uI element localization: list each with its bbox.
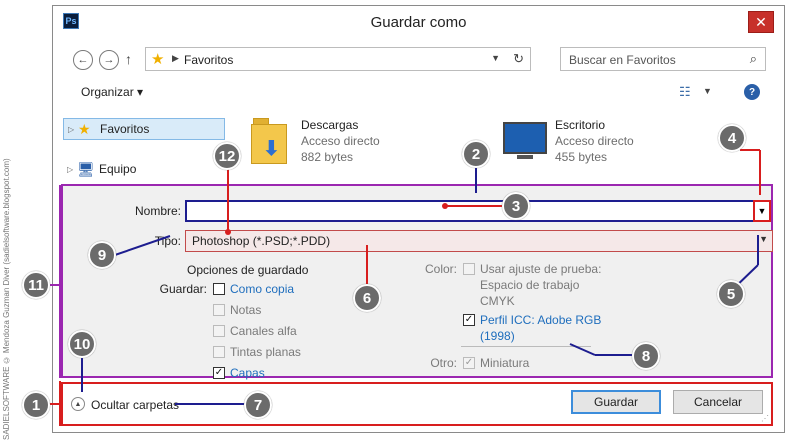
downloads-folder-icon: ⬇: [249, 114, 291, 168]
spot-colors-label: Tintas planas: [230, 345, 301, 359]
up-arrow-icon[interactable]: ↑: [125, 51, 132, 67]
search-placeholder: Buscar en Favoritos: [569, 53, 676, 67]
refresh-icon[interactable]: ↻: [513, 51, 524, 67]
name-dropdown-button[interactable]: ▼: [753, 200, 771, 222]
navigation-bar: ← → ↑ ★ ▶ Favoritos ▼ ↻ Buscar en Favori…: [53, 42, 784, 76]
breadcrumb-separator-icon: ▶: [172, 53, 179, 63]
callout-12: 12: [213, 142, 241, 170]
divider: [461, 346, 591, 347]
address-bar[interactable]: ★ ▶ Favoritos ▼ ↻: [145, 47, 531, 71]
dialog-title: Guardar como: [370, 14, 467, 31]
expand-triangle-icon[interactable]: ▷: [68, 125, 78, 134]
file-name: Descargas: [301, 118, 359, 132]
help-icon[interactable]: ?: [744, 84, 760, 100]
callout-9: 9: [88, 241, 116, 269]
notes-label: Notas: [230, 303, 262, 317]
star-icon: ★: [78, 120, 91, 137]
desktop-icon: [503, 114, 547, 168]
back-arrow-icon[interactable]: ←: [73, 50, 93, 70]
star-icon: ★: [151, 51, 165, 68]
thumbnail-label: Miniatura: [480, 356, 530, 370]
callout-5: 5: [717, 280, 745, 308]
icc-profile-label-2[interactable]: (1998): [480, 329, 515, 343]
file-size: 882 bytes: [301, 150, 354, 164]
file-item-descargas[interactable]: ⬇ Descargas Acceso directo 882 bytes: [249, 114, 429, 178]
save-options-panel: Nombre: ▼ Tipo: Photoshop (*.PSD;*.PDD) …: [61, 184, 773, 380]
alpha-channels-label: Canales alfa: [230, 324, 297, 338]
working-space-label: Espacio de trabajo: [480, 278, 580, 292]
notes-checkbox: [213, 304, 225, 316]
file-size: 455 bytes: [555, 150, 608, 164]
view-dropdown-icon[interactable]: ▼: [703, 86, 712, 96]
toolbar: Organizar ▾ ☷ ▼ ?: [53, 80, 784, 106]
icc-profile-label[interactable]: Perfil ICC: Adobe RGB: [480, 313, 601, 327]
computer-icon: 🖥: [77, 160, 95, 177]
file-name: Escritorio: [555, 118, 606, 132]
close-button[interactable]: ✕: [748, 11, 774, 33]
callout-10: 10: [68, 330, 96, 358]
callout-8: 8: [632, 342, 660, 370]
sidebar-item-label: Equipo: [99, 162, 137, 176]
proof-setup-label: Usar ajuste de prueba:: [480, 262, 602, 276]
sidebar-item-favoritos[interactable]: ▷ ★ Favoritos: [63, 118, 225, 140]
search-input[interactable]: Buscar en Favoritos ⌕: [560, 47, 766, 71]
callout-1: 1: [22, 391, 50, 419]
proof-setup-checkbox: [463, 263, 475, 275]
resize-grip-icon[interactable]: ⋰: [761, 414, 769, 423]
organize-menu-button[interactable]: Organizar ▾: [81, 85, 143, 99]
breadcrumb-favoritos[interactable]: Favoritos: [184, 53, 233, 67]
navigation-pane: ▷ ★ Favoritos ▷ 🖥 Equipo: [53, 110, 233, 186]
chevron-down-icon[interactable]: ▼: [759, 234, 768, 244]
callout-11: 11: [22, 271, 50, 299]
search-icon[interactable]: ⌕: [750, 51, 757, 67]
file-type: Acceso directo: [301, 134, 380, 148]
as-copy-checkbox[interactable]: [213, 283, 225, 295]
layers-checkbox[interactable]: ✓: [213, 367, 225, 379]
spot-colors-checkbox: [213, 346, 225, 358]
file-name-input[interactable]: [185, 200, 755, 222]
cancel-button[interactable]: Cancelar: [673, 390, 763, 414]
watermark-text: SADIELSOFTWARE © Mendoza Guzman Diver (s…: [2, 158, 11, 440]
save-options-title: Opciones de guardado: [187, 263, 309, 277]
color-label: Color:: [424, 262, 457, 276]
cmyk-label: CMYK: [480, 294, 515, 308]
callout-4: 4: [718, 124, 746, 152]
callout-7: 7: [244, 391, 272, 419]
file-type-select[interactable]: Photoshop (*.PSD;*.PDD) ▼: [185, 230, 773, 252]
as-copy-label[interactable]: Como copia: [230, 282, 294, 296]
thumbnail-checkbox: ✓: [463, 357, 475, 369]
sidebar-item-equipo[interactable]: ▷ 🖥 Equipo: [63, 158, 225, 180]
other-label: Otro:: [430, 356, 457, 370]
callout-2: 2: [462, 140, 490, 168]
view-options-icon[interactable]: ☷: [679, 84, 691, 100]
type-label: Tipo:: [154, 234, 181, 248]
expand-triangle-icon[interactable]: ▷: [67, 165, 77, 174]
dialog-footer: ▲ Ocultar carpetas Guardar Cancelar ⋰: [61, 382, 773, 426]
alpha-channels-checkbox: [213, 325, 225, 337]
file-type-value: Photoshop (*.PSD;*.PDD): [192, 234, 331, 248]
name-label: Nombre:: [134, 204, 181, 218]
title-bar: Ps Guardar como ✕: [53, 6, 784, 38]
callout-6: 6: [353, 284, 381, 312]
save-as-dialog: Ps Guardar como ✕ ← → ↑ ★ ▶ Favoritos ▼ …: [52, 5, 785, 433]
icc-profile-checkbox[interactable]: ✓: [463, 314, 475, 326]
save-button[interactable]: Guardar: [571, 390, 661, 414]
callout-3: 3: [502, 192, 530, 220]
address-dropdown-icon[interactable]: ▼: [491, 53, 500, 63]
save-label: Guardar:: [159, 282, 207, 296]
file-item-escritorio[interactable]: Escritorio Acceso directo 455 bytes: [503, 114, 683, 178]
layers-label[interactable]: Capas: [230, 366, 265, 380]
hide-folders-button[interactable]: Ocultar carpetas: [91, 398, 179, 412]
forward-arrow-icon[interactable]: →: [99, 50, 119, 70]
file-type: Acceso directo: [555, 134, 634, 148]
chevron-up-icon[interactable]: ▲: [71, 397, 85, 411]
sidebar-item-label: Favoritos: [100, 122, 150, 136]
